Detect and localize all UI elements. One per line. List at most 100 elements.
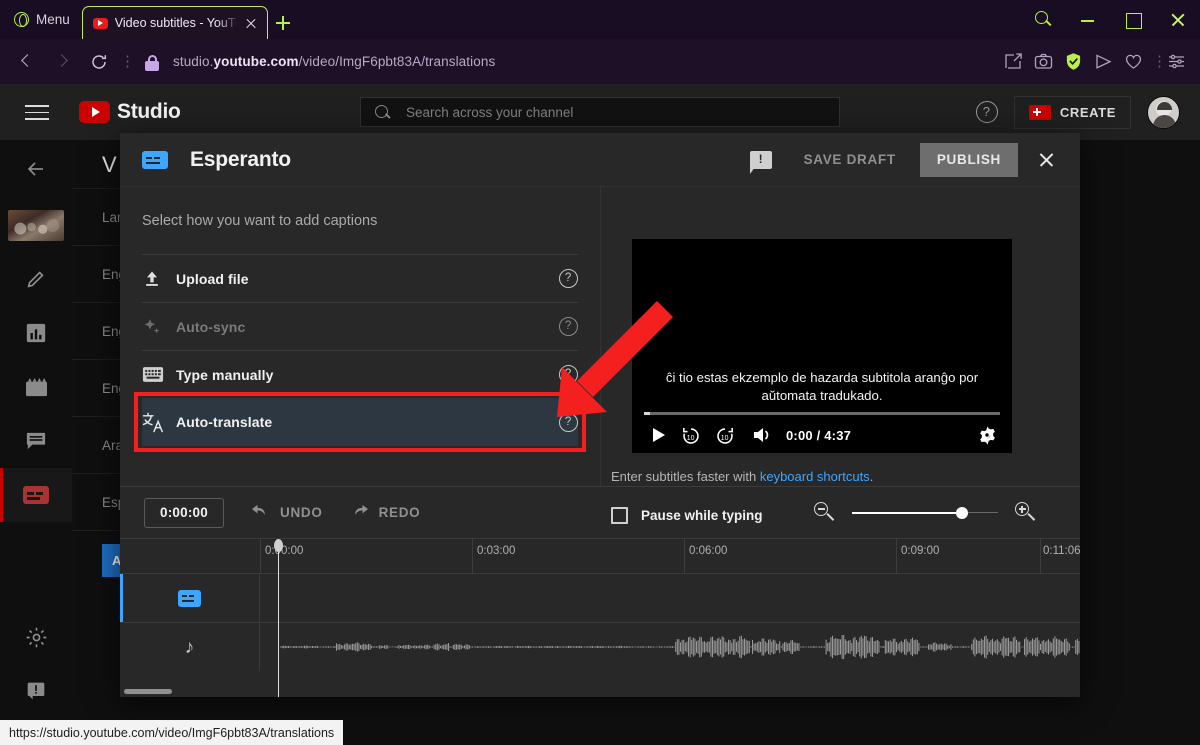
keyboard-shortcuts-link[interactable]: keyboard shortcuts <box>760 469 870 484</box>
sidebar-item-send-feedback[interactable] <box>0 664 72 718</box>
sidebar-item-editor[interactable] <box>0 360 72 414</box>
lock-icon[interactable] <box>138 47 166 77</box>
ruler-label: 0:06:00 <box>689 545 728 557</box>
shield-check-icon[interactable] <box>1060 48 1087 75</box>
sidebar-item-comments[interactable] <box>0 414 72 468</box>
browser-tab-bar: Menu Video subtitles - YouTube S <box>0 0 1200 39</box>
method-upload-file[interactable]: Upload file <box>142 254 578 302</box>
zoom-out-icon[interactable] <box>814 502 835 523</box>
new-tab-button[interactable] <box>268 6 298 39</box>
ruler-label: 0:03:00 <box>477 545 516 557</box>
window-controls <box>1020 0 1200 39</box>
back-icon[interactable] <box>10 47 44 77</box>
undo-button[interactable]: UNDO <box>250 504 323 521</box>
video-player[interactable]: ĉi tio estas ekzemplo de hazarda subtito… <box>632 239 1012 453</box>
dialog-header: Esperanto SAVE DRAFT PUBLISH <box>120 133 1080 186</box>
status-bar-url: https://studio.youtube.com/video/ImgF6pb… <box>0 720 344 745</box>
edit-snapshot-icon[interactable] <box>1000 48 1027 75</box>
dialog-body: Select how you want to add captions Uplo… <box>120 186 1080 524</box>
heart-icon[interactable] <box>1120 48 1147 75</box>
maximize-icon[interactable] <box>1110 0 1155 39</box>
close-icon[interactable] <box>1026 140 1066 180</box>
video-progress-bar[interactable] <box>644 412 1000 415</box>
address-overflow-icon[interactable] <box>1150 47 1167 77</box>
opera-menu-button[interactable]: Menu <box>0 0 82 39</box>
avatar[interactable] <box>1147 95 1180 129</box>
save-draft-button[interactable]: SAVE DRAFT <box>794 144 906 175</box>
timecode-display[interactable]: 0:00:00 <box>144 497 224 528</box>
minimize-icon[interactable] <box>1065 0 1110 39</box>
timeline-ruler[interactable]: 0:00:00 0:03:00 0:06:00 0:09:00 0:11:06 <box>260 539 1080 573</box>
keyboard-icon <box>142 366 176 383</box>
redo-button[interactable]: REDO <box>349 504 421 521</box>
zoom-in-icon[interactable] <box>1015 502 1036 523</box>
gear-icon[interactable] <box>974 422 1000 448</box>
timeline-playhead[interactable] <box>274 539 283 697</box>
zoom-slider-knob[interactable] <box>956 506 968 519</box>
publish-button[interactable]: PUBLISH <box>919 142 1018 177</box>
sidebar-item-settings[interactable] <box>0 610 72 664</box>
method-label: Upload file <box>176 270 249 287</box>
ruler-label: 0:00:00 <box>265 545 304 557</box>
svg-text:10: 10 <box>687 435 695 442</box>
upload-icon <box>142 269 176 289</box>
method-auto-translate[interactable]: Auto-translate <box>134 392 586 452</box>
method-label: Type manually <box>176 366 274 383</box>
window-close-icon[interactable] <box>1155 0 1200 39</box>
reload-icon[interactable] <box>82 47 116 77</box>
method-label: Auto-sync <box>176 318 246 335</box>
audio-waveform <box>260 623 1080 671</box>
page-actions-icon[interactable] <box>118 47 135 77</box>
timeline[interactable]: 0:00:00 0:03:00 0:06:00 0:09:00 0:11:06 … <box>120 538 1080 697</box>
subtitles-icon <box>142 150 168 169</box>
zoom-slider[interactable] <box>852 504 998 522</box>
close-icon[interactable] <box>243 15 260 32</box>
hint-prefix: Enter subtitles faster with <box>611 469 760 484</box>
sidebar-item-analytics[interactable] <box>0 306 72 360</box>
forward-icon[interactable] <box>46 47 80 77</box>
create-button[interactable]: CREATE <box>1013 95 1131 129</box>
back-to-videos-button[interactable] <box>0 140 72 198</box>
browser-tab[interactable]: Video subtitles - YouTube S <box>81 6 268 39</box>
forward-10-icon[interactable]: 10 <box>708 422 742 448</box>
video-preview-panel: ĉi tio estas ekzemplo de hazarda subtito… <box>600 187 1080 524</box>
svg-text:10: 10 <box>721 435 729 442</box>
help-icon[interactable] <box>559 317 578 336</box>
caption-method-panel: Select how you want to add captions Uplo… <box>120 187 600 486</box>
rewind-10-icon[interactable]: 10 <box>674 422 708 448</box>
camera-icon[interactable] <box>1030 48 1057 75</box>
search-input[interactable]: Search across your channel <box>360 97 840 127</box>
help-icon[interactable] <box>975 101 998 123</box>
url-host-prefix: studio. <box>173 54 214 69</box>
address-bar-url[interactable]: studio.youtube.com/video/ImgF6pbt83A/tra… <box>173 54 495 69</box>
sliders-icon[interactable] <box>1163 48 1190 75</box>
opera-logo-icon <box>14 12 29 27</box>
timeline-horizontal-scrollbar[interactable] <box>120 686 1080 697</box>
feedback-icon[interactable] <box>749 149 772 174</box>
sidebar-item-details[interactable] <box>0 252 72 306</box>
volume-icon[interactable] <box>746 422 782 448</box>
play-icon[interactable] <box>644 422 674 448</box>
progress-handle[interactable] <box>644 412 650 415</box>
section-heading: Select how you want to add captions <box>142 213 378 229</box>
subtitle-overlay-text: ĉi tio estas ekzemplo de hazarda subtito… <box>665 369 979 403</box>
captions-track[interactable] <box>120 573 1080 622</box>
audio-track[interactable]: ♪ <box>120 622 1080 671</box>
caption-method-list: Upload file Auto-sync Type manually <box>134 254 586 452</box>
menu-label: Menu <box>36 12 70 27</box>
studio-logo[interactable]: Studio <box>79 100 181 124</box>
hamburger-menu-icon[interactable] <box>25 103 49 121</box>
help-icon[interactable] <box>559 269 578 288</box>
help-icon[interactable] <box>559 365 578 384</box>
browser-tab-title: Video subtitles - YouTube S <box>114 16 236 30</box>
sidebar-item-subtitles[interactable] <box>0 468 72 522</box>
video-time-display: 0:00 / 4:37 <box>786 427 852 443</box>
dialog-header-actions: SAVE DRAFT PUBLISH <box>749 140 1066 180</box>
help-icon[interactable] <box>559 412 578 432</box>
scrollbar-thumb[interactable] <box>124 689 172 694</box>
search-placeholder: Search across your channel <box>406 104 574 120</box>
studio-logo-text: Studio <box>117 100 181 123</box>
search-icon[interactable] <box>1020 0 1065 39</box>
send-icon[interactable] <box>1090 48 1117 75</box>
method-type-manually[interactable]: Type manually <box>142 350 578 398</box>
